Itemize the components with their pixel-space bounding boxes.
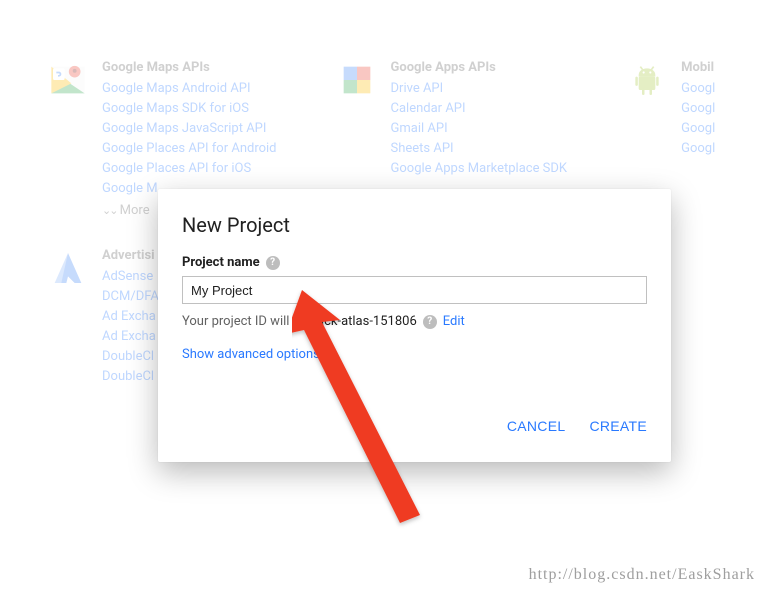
api-link[interactable]: Google Places API for iOS — [102, 159, 277, 179]
api-link[interactable]: Googl — [681, 119, 715, 139]
api-link[interactable]: Google Apps Marketplace SDK — [391, 159, 568, 179]
api-link[interactable]: Googl — [681, 139, 715, 159]
api-link[interactable]: AdSense — [102, 267, 159, 287]
edit-project-id-link[interactable]: Edit — [443, 314, 465, 329]
mobile-section-title: Mobil — [681, 60, 715, 75]
api-link[interactable]: Calendar API — [391, 99, 568, 119]
api-link[interactable]: DCM/DFA — [102, 287, 159, 307]
watermark: http://blog.csdn.net/EaskShark — [529, 566, 755, 584]
api-link[interactable]: Google Maps Android API — [102, 79, 277, 99]
help-icon[interactable]: ? — [266, 256, 280, 270]
api-link[interactable]: DoubleCl — [102, 367, 159, 387]
api-link[interactable]: Googl — [681, 99, 715, 119]
project-name-input[interactable] — [182, 276, 647, 304]
cancel-button[interactable]: CANCEL — [507, 410, 566, 442]
apps-section-title: Google Apps APIs — [391, 60, 568, 75]
api-link[interactable]: Google Maps SDK for iOS — [102, 99, 277, 119]
project-name-label: Project name — [182, 255, 260, 270]
api-link[interactable]: Google Places API for Android — [102, 139, 277, 159]
create-button[interactable]: CREATE — [589, 410, 647, 442]
help-icon[interactable]: ? — [423, 315, 437, 329]
new-project-modal: New Project Project name ? Your project … — [158, 189, 671, 462]
modal-title: New Project — [182, 213, 647, 237]
api-link[interactable]: Googl — [681, 79, 715, 99]
api-link[interactable]: Ad Excha — [102, 327, 159, 347]
adwords-icon — [48, 248, 88, 288]
advertising-section-title: Advertisi — [102, 248, 159, 263]
api-link[interactable]: Drive API — [391, 79, 568, 99]
android-icon — [627, 60, 667, 100]
google-maps-icon — [48, 60, 88, 100]
api-link[interactable]: DoubleCl — [102, 347, 159, 367]
api-link[interactable]: Ad Excha — [102, 307, 159, 327]
chevron-down-icon: ⌄⌄ — [102, 204, 116, 217]
google-apps-icon — [337, 60, 377, 100]
api-link[interactable]: Gmail API — [391, 119, 568, 139]
show-advanced-options-link[interactable]: Show advanced options... — [182, 347, 330, 362]
project-id-prefix: Your project ID will be — [182, 314, 307, 329]
maps-section-title: Google Maps APIs — [102, 60, 277, 75]
project-id-value: rack-atlas-151806 — [313, 314, 417, 329]
api-link[interactable]: Google Maps JavaScript API — [102, 119, 277, 139]
api-link[interactable]: Sheets API — [391, 139, 568, 159]
